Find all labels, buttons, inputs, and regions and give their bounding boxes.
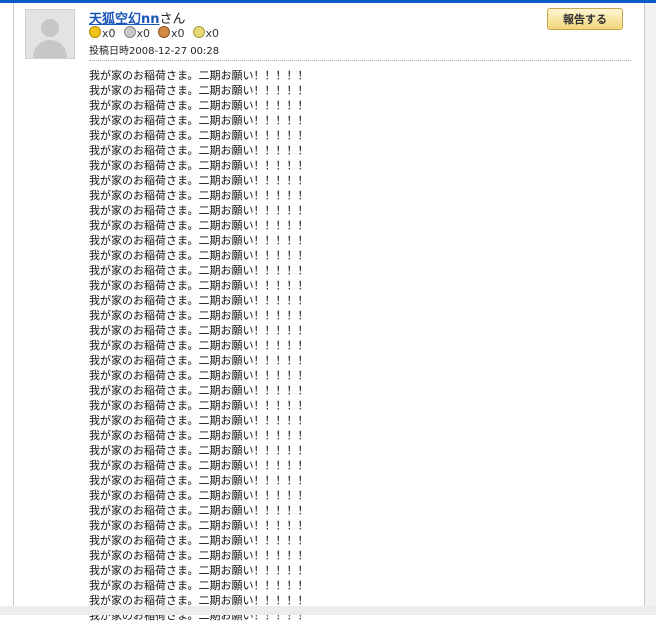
post-line: 我が家のお稲荷さま。二期お願い！！！！！	[89, 174, 309, 187]
post-line: 我が家のお稲荷さま。二期お願い！！！！！	[89, 369, 309, 382]
post-line: 我が家のお稲荷さま。二期お願い！！！！！	[89, 414, 309, 427]
post-line: 我が家のお稲荷さま。二期お願い！！！！！	[89, 204, 309, 217]
medal-special: x0	[192, 26, 220, 40]
post-line: 我が家のお稲荷さま。二期お願い！！！！！	[89, 474, 309, 487]
report-button[interactable]: 報告する	[547, 8, 623, 30]
post-line: 我が家のお稲荷さま。二期お願い！！！！！	[89, 189, 309, 202]
medal-count: x0	[171, 26, 185, 40]
bottom-gutter	[0, 606, 656, 615]
post-line: 我が家のお稲荷さま。二期お願い！！！！！	[89, 354, 309, 367]
post-card: 天狐空幻nnさん x0 x0 x0 x0 投稿日時2008-12-27 00:2…	[13, 3, 645, 622]
medal-count: x0	[136, 26, 151, 40]
post-line: 我が家のお稲荷さま。二期お願い！！！！！	[89, 219, 309, 232]
post-line: 我が家のお稲荷さま。二期お願い！！！！！	[89, 279, 309, 292]
post-line: 我が家のお稲荷さま。二期お願い！！！！！	[89, 249, 309, 262]
posted-datetime: 投稿日時2008-12-27 00:28	[89, 46, 220, 57]
gold-medal-icon	[89, 26, 101, 38]
post-line: 我が家のお稲荷さま。二期お願い！！！！！	[89, 534, 309, 547]
medal-count: x0	[205, 26, 220, 40]
medal-gold: x0	[89, 26, 116, 40]
post-line: 我が家のお稲荷さま。二期お願い！！！！！	[89, 444, 309, 457]
avatar-head-icon	[41, 19, 59, 37]
post-line: 我が家のお稲荷さま。二期お願い！！！！！	[89, 99, 309, 112]
post-line: 我が家のお稲荷さま。二期お願い！！！！！	[89, 549, 309, 562]
post-line: 我が家のお稲荷さま。二期お願い！！！！！	[89, 264, 309, 277]
post-line: 我が家のお稲荷さま。二期お願い！！！！！	[89, 429, 309, 442]
right-gutter	[644, 3, 656, 615]
post-line: 我が家のお稲荷さま。二期お願い！！！！！	[89, 144, 309, 157]
post-line: 我が家のお稲荷さま。二期お願い！！！！！	[89, 309, 309, 322]
post-line: 我が家のお稲荷さま。二期お願い！！！！！	[89, 294, 309, 307]
avatar[interactable]	[25, 9, 75, 59]
medal-counts: x0 x0 x0 x0	[89, 26, 219, 40]
post-line: 我が家のお稲荷さま。二期お願い！！！！！	[89, 339, 309, 352]
medal-silver: x0	[123, 26, 151, 40]
post-line: 我が家のお稲荷さま。二期お願い！！！！！	[89, 129, 309, 142]
post-line: 我が家のお稲荷さま。二期お願い！！！！！	[89, 399, 309, 412]
post-line: 我が家のお稲荷さま。二期お願い！！！！！	[89, 234, 309, 247]
bronze-medal-icon	[158, 26, 171, 38]
post-body: 我が家のお稲荷さま。二期お願い！！！！！ 我が家のお稲荷さま。二期お願い！！！！！…	[89, 68, 629, 623]
post-line: 我が家のお稲荷さま。二期お願い！！！！！	[89, 324, 309, 337]
divider	[89, 60, 631, 61]
post-line: 我が家のお稲荷さま。二期お願い！！！！！	[89, 114, 309, 127]
post-line: 我が家のお稲荷さま。二期お願い！！！！！	[89, 159, 309, 172]
post-line: 我が家のお稲荷さま。二期お願い！！！！！	[89, 384, 309, 397]
silver-medal-icon	[123, 26, 136, 38]
avatar-body-icon	[33, 40, 67, 58]
post-line: 我が家のお稲荷さま。二期お願い！！！！！	[89, 69, 309, 82]
medal-bronze: x0	[158, 26, 185, 40]
post-line: 我が家のお稲荷さま。二期お願い！！！！！	[89, 504, 309, 517]
medal-count: x0	[102, 26, 116, 40]
author-row: 天狐空幻nnさん	[89, 8, 186, 27]
special-medal-icon	[192, 26, 205, 38]
author-link[interactable]: 天狐空幻nn	[89, 12, 160, 27]
post-line: 我が家のお稲荷さま。二期お願い！！！！！	[89, 519, 309, 532]
post-line: 我が家のお稲荷さま。二期お願い！！！！！	[89, 459, 309, 472]
post-line: 我が家のお稲荷さま。二期お願い！！！！！	[89, 489, 309, 502]
post-line: 我が家のお稲荷さま。二期お願い！！！！！	[89, 579, 309, 592]
author-suffix: さん	[159, 12, 186, 27]
post-line: 我が家のお稲荷さま。二期お願い！！！！！	[89, 84, 309, 97]
post-line: 我が家のお稲荷さま。二期お願い！！！！！	[89, 564, 309, 577]
